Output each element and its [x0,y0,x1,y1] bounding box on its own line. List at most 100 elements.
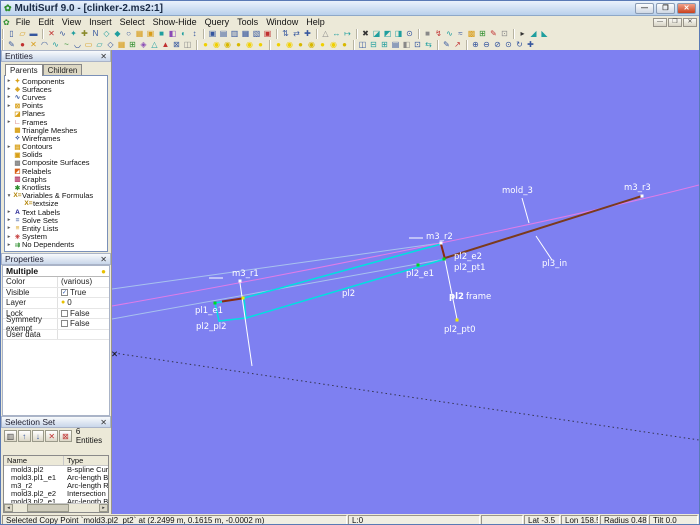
tree-expand-icon[interactable]: ▸ [5,234,13,240]
point-pl2_pt1[interactable] [442,257,446,261]
scroll-left-icon[interactable]: ◂ [4,504,13,512]
tree-expand-icon[interactable]: ▸ [5,103,13,109]
column-header-type[interactable]: Type [64,456,108,465]
toolbar-icon-r1-g4-i1[interactable]: ↔ [331,29,342,39]
toolbar-icon-r2-g0-i16[interactable]: ◫ [182,40,193,50]
toolbar-icon-r1-g1-i8[interactable]: ▦ [134,29,145,39]
toolbar-icon-r2-g2-i1[interactable]: ◉ [284,40,295,50]
menu-tools[interactable]: Tools [233,17,262,27]
toolbar-icon-r1-g1-i1[interactable]: ∿ [57,29,68,39]
tree-item-composite-surfaces[interactable]: ▩ Composite Surfaces [5,158,107,167]
toolbar-icon-r2-g4-i0[interactable]: ✎ [441,40,452,50]
toolbar-icon-r1-g1-i5[interactable]: ◇ [101,29,112,39]
toolbar-icon-r1-g1-i6[interactable]: ◆ [112,29,123,39]
toolbar-icon-r2-g5-i1[interactable]: ⊖ [481,40,492,50]
menu-edit[interactable]: Edit [34,17,58,27]
selection-set-close-icon[interactable]: ✕ [100,418,107,427]
toolbar-icon-r1-g5-i2[interactable]: ◩ [382,29,393,39]
point-box-corner[interactable] [241,296,245,300]
toolbar-icon-r2-g2-i4[interactable]: ● [317,40,328,50]
toolbar-icon-r2-g2-i3[interactable]: ◉ [306,40,317,50]
mdi-minimize-button[interactable]: — [653,17,667,27]
toolbar-icon-r2-g3-i3[interactable]: ▤ [390,40,401,50]
property-value[interactable]: (various) [58,277,109,286]
tree-expand-icon[interactable]: ▸ [5,119,13,125]
tree-expand-icon[interactable]: ▸ [5,217,13,223]
menu-showhide[interactable]: Show-Hide [149,17,201,27]
toolbar-icon-r1-g0-i1[interactable]: ▱ [17,29,28,39]
toolbar-icon-r1-g2-i5[interactable]: ▣ [262,29,273,39]
leader-pl3_in[interactable] [535,235,553,261]
checkbox-icon[interactable]: ✓ [61,288,68,296]
viewport-canvas[interactable]: mold_3 m3_r3 m3_r2 m3_r1 pl2_e2pl2_pt1 pl2_e1… [112,50,699,514]
toolbar-icon-r2-g0-i0[interactable]: ✎ [6,40,17,50]
toolbar-icon-r2-g0-i14[interactable]: ▲ [160,40,171,50]
toolbar-icon-r1-g1-i0[interactable]: ✕ [46,29,57,39]
menu-query[interactable]: Query [201,17,234,27]
toolbar-icon-r2-g1-i5[interactable]: ● [255,40,266,50]
viewport[interactable]: mold_3 m3_r3 m3_r2 m3_r1 pl2_e2 pl2_pt1 pl2_e1… [112,50,699,514]
checkbox-icon[interactable] [61,309,68,317]
selection-toolbar-button-4[interactable]: ⊠ [59,429,72,442]
tree-item-wireframes[interactable]: ✧ Wireframes [5,134,107,143]
toolbar-icon-r2-g0-i1[interactable]: ● [17,40,28,50]
restore-button[interactable]: ❐ [656,2,675,14]
toolbar-icon-r1-g6-i1[interactable]: ↯ [433,29,444,39]
toolbar-icon-r1-g1-i4[interactable]: N [90,29,101,39]
tree-item-points[interactable]: ▸ ⊠ Points [5,101,107,110]
toolbar-icon-r2-g3-i6[interactable]: ⇆ [423,40,434,50]
tree-expand-icon[interactable]: ▸ [5,242,13,248]
property-value[interactable]: ✓ True [58,288,109,297]
toolbar-icon-r1-g4-i2[interactable]: ↦ [342,29,353,39]
point-m3_r1[interactable] [238,279,242,283]
toolbar-icon-r2-g5-i3[interactable]: ⊙ [503,40,514,50]
tree-item-no-dependents[interactable]: ▸ ⇉ No Dependents [5,240,107,249]
dotted-baseline[interactable] [113,352,699,441]
scroll-right-icon[interactable]: ▸ [99,504,108,512]
document-icon[interactable]: ✿ [3,18,10,27]
toolbar-icon-r2-g1-i0[interactable]: ● [200,40,211,50]
menu-window[interactable]: Window [262,17,302,27]
toolbar-icon-r1-g4-i0[interactable]: △ [320,29,331,39]
toolbar-icon-r2-g0-i6[interactable]: ◡ [72,40,83,50]
toolbar-icon-r2-g0-i12[interactable]: ◈ [138,40,149,50]
tree-expand-icon[interactable]: ▾ [5,193,13,199]
toolbar-icon-r2-g4-i1[interactable]: ↗ [452,40,463,50]
toolbar-icon-r2-g1-i3[interactable]: ● [233,40,244,50]
tree-expand-icon[interactable]: ▸ [5,144,13,150]
toolbar-icon-r1-g6-i3[interactable]: ≈ [455,29,466,39]
leader-m3_r1-down[interactable] [239,282,253,367]
toolbar-icon-r2-g0-i13[interactable]: △ [149,40,160,50]
toolbar-icon-r1-g1-i7[interactable]: ○ [123,29,134,39]
point-pl1_e1[interactable] [213,301,217,305]
selection-row[interactable]: m3_r2 Arc-length R [4,482,108,490]
toolbar-icon-r2-g0-i2[interactable]: ✕ [28,40,39,50]
toolbar-icon-r2-g3-i4[interactable]: ◧ [401,40,412,50]
property-value[interactable]: ● 0 [58,298,109,307]
scrollbar-thumb[interactable] [27,504,69,512]
tree-item-surfaces[interactable]: ▸ ◈ Surfaces [5,85,107,94]
selection-row[interactable]: mold3.pl2 B-spline Cur [4,466,108,474]
toolbar-icon-r1-g1-i10[interactable]: ■ [156,29,167,39]
toolbar-icon-r1-g5-i0[interactable]: ✖ [360,29,371,39]
toolbar-icon-r1-g0-i2[interactable]: ▬ [28,29,39,39]
toolbar-icon-r1-g3-i1[interactable]: ⇄ [291,29,302,39]
toolbar-icon-r2-g2-i0[interactable]: ● [273,40,284,50]
toolbar-icon-r1-g1-i13[interactable]: ↕ [189,29,200,39]
checkbox-icon[interactable] [61,320,68,328]
mold_3-curve[interactable] [112,184,699,307]
toolbar-icon-r1-g5-i1[interactable]: ◪ [371,29,382,39]
toolbar-icon-r2-g1-i4[interactable]: ◉ [244,40,255,50]
point-pl2_e1[interactable] [416,263,420,267]
toolbar-icon-r1-g2-i1[interactable]: ▤ [218,29,229,39]
toolbar-icon-r2-g0-i10[interactable]: ▦ [116,40,127,50]
lightbulb-icon[interactable]: ● [101,267,106,276]
minimize-button[interactable]: — [635,2,654,14]
property-value[interactable]: False [58,319,109,328]
toolbar-icon-r1-g6-i0[interactable]: ■ [422,29,433,39]
mdi-restore-button[interactable]: ❐ [668,17,682,27]
selection-toolbar-button-0[interactable]: ▥ [4,429,17,442]
toolbar-icon-r1-g1-i9[interactable]: ▣ [145,29,156,39]
toolbar-icon-r2-g2-i2[interactable]: ● [295,40,306,50]
toolbar-icon-r2-g0-i8[interactable]: ▱ [94,40,105,50]
